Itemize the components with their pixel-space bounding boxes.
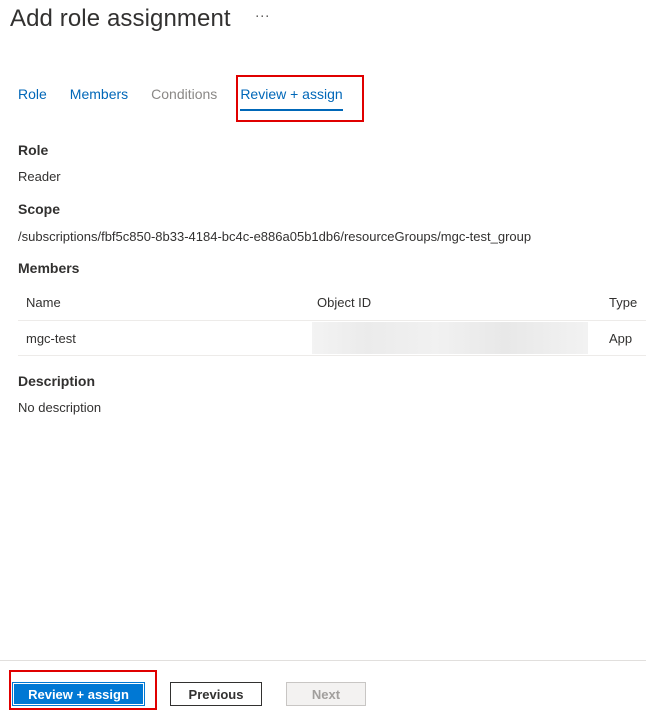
member-type: App: [609, 331, 633, 346]
review-assign-button[interactable]: Review + assign: [12, 682, 145, 706]
role-value: Reader: [18, 169, 61, 184]
member-name: mgc-test: [26, 331, 76, 346]
wizard-tabs: Role Members Conditions Review + assign: [18, 86, 343, 111]
description-label: Description: [18, 373, 96, 389]
tab-conditions[interactable]: Conditions: [151, 86, 217, 111]
page-header: Add role assignment ···: [10, 2, 270, 36]
table-row: mgc-test App: [18, 321, 646, 356]
add-role-assignment-page: Add role assignment ··· Role Members Con…: [0, 0, 646, 714]
previous-button[interactable]: Previous: [170, 682, 262, 706]
tab-members[interactable]: Members: [70, 86, 128, 111]
more-options-icon[interactable]: ···: [255, 8, 270, 23]
members-table: Name Object ID Type mgc-test App: [18, 286, 646, 356]
scope-label: Scope: [18, 201, 61, 217]
tab-role[interactable]: Role: [18, 86, 47, 111]
object-id-redacted: [312, 322, 588, 354]
role-label: Role: [18, 142, 49, 158]
page-title: Add role assignment: [10, 5, 231, 32]
column-header-type: Type: [609, 295, 638, 310]
description-value: No description: [18, 400, 102, 415]
next-button[interactable]: Next: [286, 682, 366, 706]
column-header-name: Name: [26, 295, 61, 310]
table-header-row: Name Object ID Type: [18, 286, 646, 321]
column-header-object-id: Object ID: [317, 295, 372, 310]
footer-bar: Review + assign Previous Next: [0, 660, 646, 714]
tab-review-assign[interactable]: Review + assign: [240, 86, 343, 111]
members-label: Members: [18, 260, 80, 276]
scope-value: /subscriptions/fbf5c850-8b33-4184-bc4c-e…: [18, 229, 532, 244]
